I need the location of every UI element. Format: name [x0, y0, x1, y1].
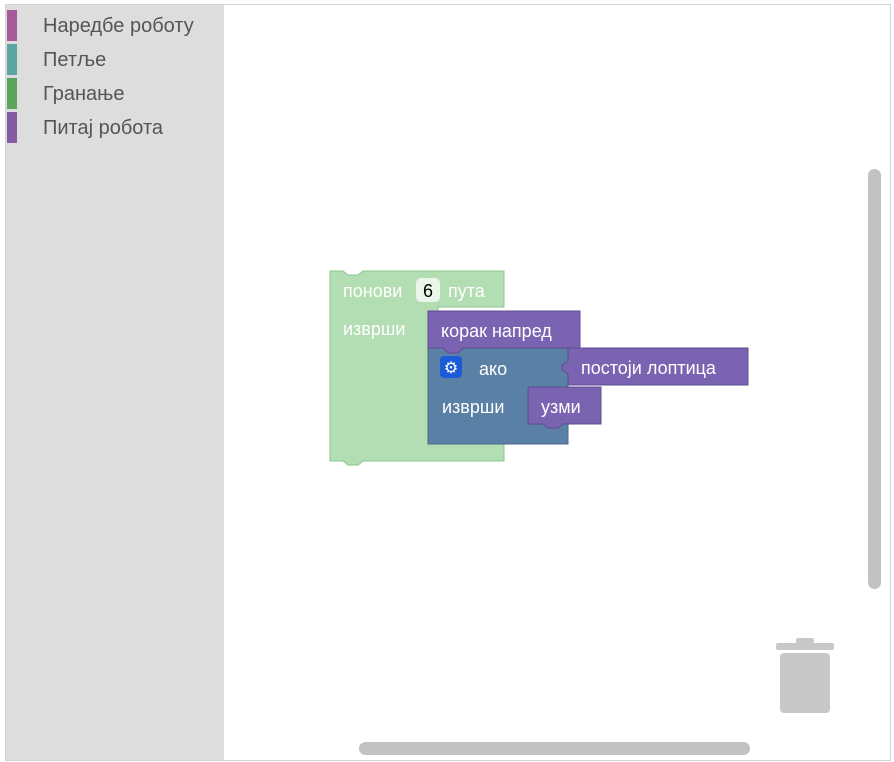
- category-color-swatch: [7, 112, 17, 143]
- toolbox-category-robot-commands[interactable]: Наредбе роботу: [6, 5, 224, 41]
- take-block[interactable]: узми: [527, 386, 602, 429]
- times-label: пута: [448, 281, 486, 301]
- condition-label: постоји лоптица: [581, 358, 717, 378]
- workspace-canvas[interactable]: понови 6 пута изврши ⚙ ако изврши корак …: [224, 5, 890, 760]
- toolbox: Наредбе роботу Петље Гранање Питај робот…: [6, 5, 224, 760]
- forward-label: корак напред: [441, 321, 552, 341]
- category-color-swatch: [7, 78, 17, 109]
- toolbox-category-branching[interactable]: Гранање: [6, 73, 224, 109]
- if-do-label: изврши: [442, 397, 504, 417]
- toolbox-category-loops[interactable]: Петље: [6, 39, 224, 75]
- repeat-do-label: изврши: [343, 319, 405, 339]
- repeat-label: понови: [343, 281, 402, 301]
- blockly-frame: Наредбе роботу Петље Гранање Питај робот…: [5, 4, 891, 761]
- category-label: Гранање: [43, 83, 125, 105]
- category-label: Питај робота: [43, 117, 164, 139]
- category-color-swatch: [7, 10, 17, 41]
- trash-icon[interactable]: [774, 635, 836, 715]
- category-color-swatch: [7, 44, 17, 75]
- forward-block[interactable]: корак напред: [427, 310, 581, 354]
- vertical-scrollbar[interactable]: [868, 169, 881, 589]
- toolbox-category-ask-robot[interactable]: Питај робота: [6, 107, 224, 143]
- svg-text:⚙: ⚙: [444, 358, 458, 377]
- horizontal-scrollbar[interactable]: [359, 742, 750, 755]
- condition-block[interactable]: постоји лоптица: [561, 347, 749, 386]
- category-label: Петље: [43, 49, 107, 71]
- if-label: ако: [479, 359, 507, 379]
- take-label: узми: [541, 397, 581, 417]
- category-label: Наредбе роботу: [43, 15, 194, 37]
- repeat-count-value[interactable]: 6: [423, 281, 433, 301]
